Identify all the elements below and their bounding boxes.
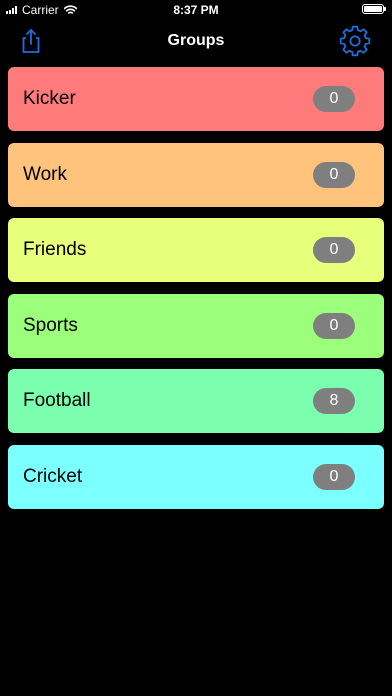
group-name: Football — [23, 390, 91, 412]
count-badge: 0 — [313, 86, 355, 112]
page-title: Groups — [167, 32, 225, 49]
group-row-football[interactable]: Football 8 — [8, 369, 384, 434]
count-badge: 8 — [313, 388, 355, 415]
status-bar: Carrier 8:37 PM — [0, 0, 392, 20]
status-time: 8:37 PM — [173, 3, 219, 17]
group-list: Kicker 0 Work 0 Friends 0 Sports 0 Footb… — [8, 67, 384, 521]
count-badge: 0 — [313, 161, 355, 188]
group-row-work[interactable]: Work 0 — [8, 142, 384, 207]
group-row-cricket[interactable]: Cricket 0 — [8, 444, 384, 509]
group-name: Work — [23, 163, 67, 185]
gear-icon — [339, 25, 371, 57]
settings-button[interactable] — [338, 24, 372, 58]
battery-icon — [362, 4, 386, 14]
count-badge: 0 — [313, 237, 355, 264]
group-name: Sports — [23, 314, 78, 336]
count-badge: 0 — [313, 463, 355, 490]
group-name: Kicker — [23, 88, 76, 109]
count-badge: 0 — [313, 312, 355, 339]
group-row-friends[interactable]: Friends 0 — [8, 218, 384, 283]
navigation-bar: Groups — [0, 20, 392, 64]
group-row-sports[interactable]: Sports 0 — [8, 293, 384, 358]
group-name: Cricket — [23, 465, 83, 487]
group-name: Friends — [23, 239, 87, 261]
group-row-kicker[interactable]: Kicker 0 — [8, 67, 384, 131]
